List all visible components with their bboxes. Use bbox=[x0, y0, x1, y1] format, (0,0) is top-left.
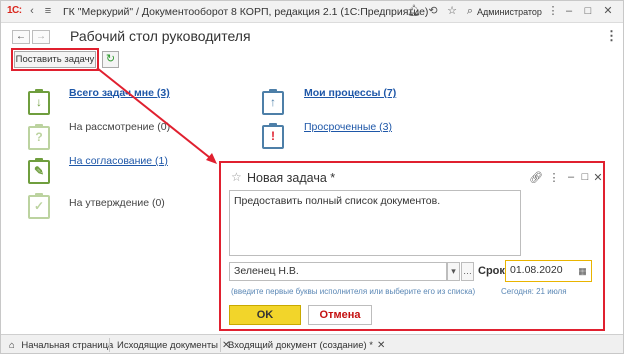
task-description-field[interactable]: Предоставить полный список документов. bbox=[229, 190, 521, 256]
cancel-button[interactable]: Отмена bbox=[308, 305, 372, 325]
tab-label: Начальная страница bbox=[21, 340, 114, 351]
confirm-icon: ✓ bbox=[28, 193, 50, 219]
calendar-icon[interactable]: ▦ bbox=[576, 263, 589, 279]
overdue-icon: ! bbox=[262, 123, 284, 149]
home-icon: ⌂ bbox=[9, 340, 15, 351]
tab-incoming-create[interactable]: Входящий документ (создание) * ✕ bbox=[228, 338, 385, 353]
dialog-minimize-icon[interactable]: – bbox=[565, 171, 577, 183]
favorite-icon[interactable]: ☆ bbox=[445, 4, 459, 18]
window-title: ГК "Меркурий" / Документооборот 8 КОРП, … bbox=[63, 6, 429, 18]
bell-icon[interactable]: 🔔︎ bbox=[407, 4, 421, 18]
review-label: На рассмотрение (0) bbox=[69, 121, 171, 133]
app-window: 1С: ‹ ≡ ГК "Меркурий" / Документооборот … bbox=[0, 0, 624, 354]
approval-link[interactable]: На согласование (1) bbox=[69, 155, 168, 167]
tab-label: Исходящие документы bbox=[117, 340, 219, 351]
approval-icon: ✎ bbox=[28, 158, 50, 184]
assignee-dropdown-button[interactable]: ▾ bbox=[447, 262, 460, 281]
tasks-icon: ↓ bbox=[28, 89, 50, 115]
ok-button[interactable]: OK bbox=[229, 305, 301, 325]
tab-outgoing[interactable]: Исходящие документы ✕ bbox=[117, 338, 230, 353]
today-hint: Сегодня: 21 июля bbox=[501, 287, 567, 296]
page-title: Рабочий стол руководителя bbox=[70, 28, 251, 44]
assignee-select-button[interactable]: … bbox=[461, 262, 474, 281]
dialog-more-icon[interactable]: ⋮ bbox=[548, 171, 560, 184]
overdue-link[interactable]: Просроченные (3) bbox=[304, 121, 392, 133]
refresh-button[interactable]: ↻ bbox=[102, 51, 119, 68]
tab-label: Входящий документ (создание) * bbox=[228, 340, 373, 351]
title-bar: 1С: ‹ ≡ ГК "Меркурий" / Документооборот … bbox=[1, 1, 623, 23]
search-icon[interactable]: ⌕ bbox=[463, 4, 477, 18]
more-icon[interactable]: ⋮ bbox=[546, 4, 560, 18]
app-logo: 1С: bbox=[7, 5, 22, 16]
close-icon[interactable]: ✕ bbox=[601, 4, 615, 18]
create-task-button[interactable]: Поставить задачу bbox=[14, 51, 96, 68]
maximize-icon[interactable]: □ bbox=[581, 4, 595, 18]
my-processes-link[interactable]: Мои процессы (7) bbox=[304, 87, 396, 99]
minimize-icon[interactable]: – bbox=[562, 4, 576, 18]
assignee-hint: (введите первые буквы исполнителя или вы… bbox=[231, 287, 476, 296]
deadline-field[interactable]: 01.08.2020 ▦ bbox=[505, 260, 592, 282]
open-windows-bar: ⌂ Начальная страница Исходящие документы… bbox=[1, 334, 623, 353]
review-icon: ? bbox=[28, 124, 50, 150]
close-tab-icon[interactable]: ✕ bbox=[377, 340, 385, 351]
nav-back-button[interactable]: ← bbox=[12, 30, 30, 44]
assignee-field[interactable]: Зеленец Н.В. bbox=[229, 262, 447, 281]
refresh-icon: ↻ bbox=[105, 53, 116, 65]
all-tasks-link[interactable]: Всего задач мне (3) bbox=[69, 87, 170, 99]
deadline-label: Срок: bbox=[478, 265, 509, 277]
link-icon[interactable]: 🔗︎ bbox=[529, 171, 543, 184]
user-name[interactable]: Администратор bbox=[477, 7, 542, 17]
history-icon[interactable]: ⟲ bbox=[426, 4, 440, 18]
menu-icon[interactable]: ≡ bbox=[41, 4, 55, 18]
dialog-title: Новая задача * bbox=[247, 171, 336, 185]
confirm-label: На утверждение (0) bbox=[69, 197, 165, 209]
dialog-close-icon[interactable]: ✕ bbox=[592, 171, 604, 184]
page-menu-icon[interactable]: ⋮ bbox=[605, 28, 618, 44]
favorite-star-icon[interactable]: ☆ bbox=[231, 170, 242, 184]
back-icon[interactable]: ‹ bbox=[25, 4, 39, 18]
nav-forward-button[interactable]: → bbox=[32, 30, 50, 44]
dialog-maximize-icon[interactable]: □ bbox=[579, 171, 591, 183]
processes-icon: ↑ bbox=[262, 89, 284, 115]
deadline-value: 01.08.2020 bbox=[510, 264, 563, 276]
new-task-dialog: ☆ Новая задача * 🔗︎ ⋮ – □ ✕ Предоставить… bbox=[219, 161, 605, 331]
tab-home[interactable]: ⌂ Начальная страница bbox=[9, 338, 113, 353]
